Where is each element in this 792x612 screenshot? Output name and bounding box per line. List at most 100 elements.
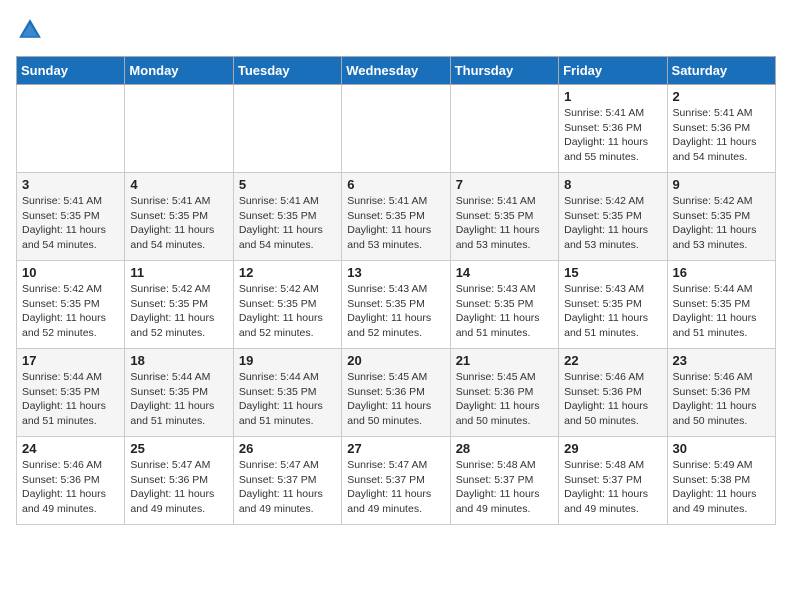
day-number: 4	[130, 177, 227, 192]
calendar-cell: 19 Sunrise: 5:44 AMSunset: 5:35 PMDayligh…	[233, 349, 341, 437]
calendar-cell: 12 Sunrise: 5:42 AMSunset: 5:35 PMDayligh…	[233, 261, 341, 349]
day-info: Sunrise: 5:46 AMSunset: 5:36 PMDaylight:…	[564, 370, 661, 429]
day-number: 30	[673, 441, 770, 456]
day-info: Sunrise: 5:43 AMSunset: 5:35 PMDaylight:…	[347, 282, 444, 341]
day-info: Sunrise: 5:41 AMSunset: 5:35 PMDaylight:…	[22, 194, 119, 253]
day-info: Sunrise: 5:41 AMSunset: 5:35 PMDaylight:…	[456, 194, 553, 253]
calendar-cell: 23Sunrise: 5:46 AMSunset: 5:36 PMDayligh…	[667, 349, 775, 437]
day-number: 19	[239, 353, 336, 368]
calendar-cell	[342, 85, 450, 173]
calendar-cell: 14Sunrise: 5:43 AMSunset: 5:35 PMDayligh…	[450, 261, 558, 349]
calendar-cell	[233, 85, 341, 173]
day-info: Sunrise: 5:41 AMSunset: 5:36 PMDaylight:…	[564, 106, 661, 165]
calendar-cell: 2 Sunrise: 5:41 AMSunset: 5:36 PMDaylight…	[667, 85, 775, 173]
day-number: 22	[564, 353, 661, 368]
calendar-cell: 22 Sunrise: 5:46 AMSunset: 5:36 PMDayligh…	[559, 349, 667, 437]
day-info: Sunrise: 5:42 AMSunset: 5:35 PMDaylight:…	[564, 194, 661, 253]
day-number: 29	[564, 441, 661, 456]
calendar-cell: 25 Sunrise: 5:47 AMSunset: 5:36 PMDayligh…	[125, 437, 233, 525]
day-number: 27	[347, 441, 444, 456]
day-number: 11	[130, 265, 227, 280]
day-number: 28	[456, 441, 553, 456]
day-of-week-header-friday: Friday	[559, 57, 667, 85]
day-number: 7	[456, 177, 553, 192]
calendar-cell: 28 Sunrise: 5:48 AMSunset: 5:37 PMDayligh…	[450, 437, 558, 525]
day-info: Sunrise: 5:42 AMSunset: 5:35 PMDaylight:…	[130, 282, 227, 341]
day-number: 18	[130, 353, 227, 368]
day-number: 23	[673, 353, 770, 368]
calendar-cell: 24 Sunrise: 5:46 AMSunset: 5:36 PMDayligh…	[17, 437, 125, 525]
day-of-week-header-monday: Monday	[125, 57, 233, 85]
calendar-cell: 4 Sunrise: 5:41 AMSunset: 5:35 PMDaylight…	[125, 173, 233, 261]
day-number: 25	[130, 441, 227, 456]
calendar-cell: 10 Sunrise: 5:42 AMSunset: 5:35 PMDayligh…	[17, 261, 125, 349]
calendar-cell: 17 Sunrise: 5:44 AMSunset: 5:35 PMDayligh…	[17, 349, 125, 437]
calendar-cell: 30 Sunrise: 5:49 AMSunset: 5:38 PMDayligh…	[667, 437, 775, 525]
day-info: Sunrise: 5:48 AMSunset: 5:37 PMDaylight:…	[456, 458, 553, 517]
calendar-cell: 9 Sunrise: 5:42 AMSunset: 5:35 PMDaylight…	[667, 173, 775, 261]
day-of-week-header-wednesday: Wednesday	[342, 57, 450, 85]
calendar-cell: 6 Sunrise: 5:41 AMSunset: 5:35 PMDaylight…	[342, 173, 450, 261]
day-info: Sunrise: 5:47 AMSunset: 5:36 PMDaylight:…	[130, 458, 227, 517]
day-info: Sunrise: 5:42 AMSunset: 5:35 PMDaylight:…	[673, 194, 770, 253]
day-number: 1	[564, 89, 661, 104]
day-info: Sunrise: 5:41 AMSunset: 5:35 PMDaylight:…	[239, 194, 336, 253]
calendar-cell: 7 Sunrise: 5:41 AMSunset: 5:35 PMDaylight…	[450, 173, 558, 261]
day-of-week-header-sunday: Sunday	[17, 57, 125, 85]
day-number: 5	[239, 177, 336, 192]
day-info: Sunrise: 5:47 AMSunset: 5:37 PMDaylight:…	[239, 458, 336, 517]
calendar-cell: 27 Sunrise: 5:47 AMSunset: 5:37 PMDayligh…	[342, 437, 450, 525]
calendar-cell: 18 Sunrise: 5:44 AMSunset: 5:35 PMDayligh…	[125, 349, 233, 437]
day-info: Sunrise: 5:44 AMSunset: 5:35 PMDaylight:…	[673, 282, 770, 341]
day-number: 14	[456, 265, 553, 280]
calendar-cell: 20 Sunrise: 5:45 AMSunset: 5:36 PMDayligh…	[342, 349, 450, 437]
day-info: Sunrise: 5:45 AMSunset: 5:36 PMDaylight:…	[347, 370, 444, 429]
calendar-cell: 1 Sunrise: 5:41 AMSunset: 5:36 PMDaylight…	[559, 85, 667, 173]
day-info: Sunrise: 5:41 AMSunset: 5:36 PMDaylight:…	[673, 106, 770, 165]
day-of-week-header-thursday: Thursday	[450, 57, 558, 85]
calendar-cell: 5 Sunrise: 5:41 AMSunset: 5:35 PMDaylight…	[233, 173, 341, 261]
day-info: Sunrise: 5:42 AMSunset: 5:35 PMDaylight:…	[239, 282, 336, 341]
day-number: 13	[347, 265, 444, 280]
day-info: Sunrise: 5:42 AMSunset: 5:35 PMDaylight:…	[22, 282, 119, 341]
day-info: Sunrise: 5:44 AMSunset: 5:35 PMDaylight:…	[130, 370, 227, 429]
day-info: Sunrise: 5:44 AMSunset: 5:35 PMDaylight:…	[239, 370, 336, 429]
calendar-cell: 29 Sunrise: 5:48 AMSunset: 5:37 PMDayligh…	[559, 437, 667, 525]
calendar-cell: 15 Sunrise: 5:43 AMSunset: 5:35 PMDayligh…	[559, 261, 667, 349]
calendar-cell	[125, 85, 233, 173]
day-number: 2	[673, 89, 770, 104]
calendar-cell: 13 Sunrise: 5:43 AMSunset: 5:35 PMDayligh…	[342, 261, 450, 349]
calendar-cell: 8Sunrise: 5:42 AMSunset: 5:35 PMDaylight…	[559, 173, 667, 261]
page-header	[16, 16, 776, 44]
calendar-cell	[450, 85, 558, 173]
logo	[16, 16, 48, 44]
day-of-week-header-tuesday: Tuesday	[233, 57, 341, 85]
day-number: 20	[347, 353, 444, 368]
day-number: 17	[22, 353, 119, 368]
day-info: Sunrise: 5:47 AMSunset: 5:37 PMDaylight:…	[347, 458, 444, 517]
day-of-week-header-saturday: Saturday	[667, 57, 775, 85]
day-number: 21	[456, 353, 553, 368]
day-info: Sunrise: 5:46 AMSunset: 5:36 PMDaylight:…	[22, 458, 119, 517]
day-info: Sunrise: 5:45 AMSunset: 5:36 PMDaylight:…	[456, 370, 553, 429]
day-number: 6	[347, 177, 444, 192]
day-number: 12	[239, 265, 336, 280]
calendar-cell: 26 Sunrise: 5:47 AMSunset: 5:37 PMDayligh…	[233, 437, 341, 525]
day-info: Sunrise: 5:43 AMSunset: 5:35 PMDaylight:…	[564, 282, 661, 341]
general-blue-logo-icon	[16, 16, 44, 44]
day-number: 15	[564, 265, 661, 280]
day-info: Sunrise: 5:41 AMSunset: 5:35 PMDaylight:…	[130, 194, 227, 253]
day-number: 3	[22, 177, 119, 192]
calendar-cell	[17, 85, 125, 173]
calendar-cell: 3 Sunrise: 5:41 AMSunset: 5:35 PMDaylight…	[17, 173, 125, 261]
day-number: 9	[673, 177, 770, 192]
day-number: 10	[22, 265, 119, 280]
day-info: Sunrise: 5:41 AMSunset: 5:35 PMDaylight:…	[347, 194, 444, 253]
day-info: Sunrise: 5:49 AMSunset: 5:38 PMDaylight:…	[673, 458, 770, 517]
day-number: 24	[22, 441, 119, 456]
day-number: 26	[239, 441, 336, 456]
day-info: Sunrise: 5:48 AMSunset: 5:37 PMDaylight:…	[564, 458, 661, 517]
day-number: 16	[673, 265, 770, 280]
day-info: Sunrise: 5:44 AMSunset: 5:35 PMDaylight:…	[22, 370, 119, 429]
calendar-cell: 11 Sunrise: 5:42 AMSunset: 5:35 PMDayligh…	[125, 261, 233, 349]
